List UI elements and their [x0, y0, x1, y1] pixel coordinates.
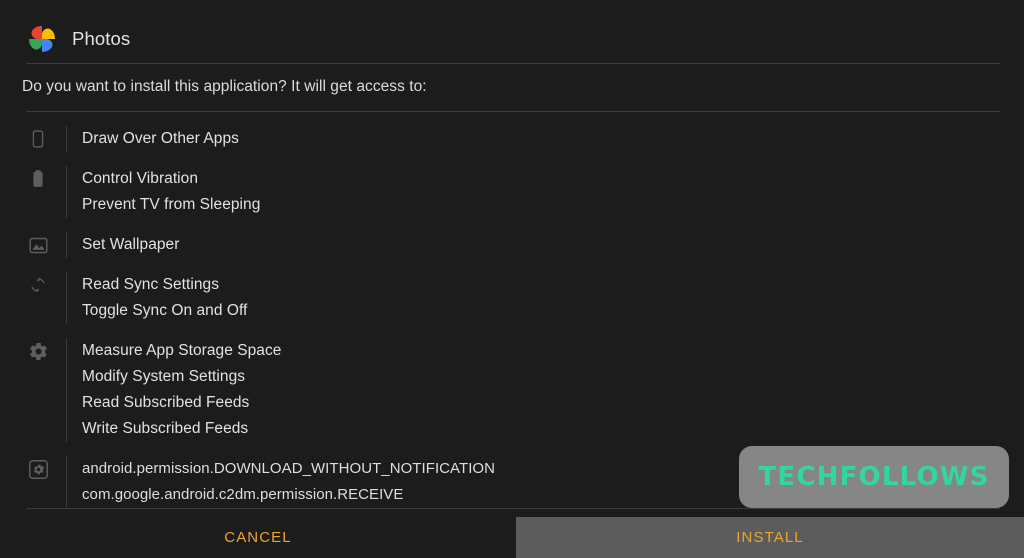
watermark-label: TECHFOLLOWS: [758, 462, 990, 492]
page-title: Photos: [72, 28, 131, 50]
permission-label: Toggle Sync On and Off: [82, 301, 248, 319]
boxed-gear-unknown-permission-icon: [22, 456, 54, 480]
permission-group: Read Sync Settings Toggle Sync On and Off: [22, 271, 1000, 324]
dialog-button-bar: CANCEL INSTALL: [0, 517, 1024, 558]
permission-label: com.google.android.c2dm.permission.RECEI…: [82, 485, 404, 503]
permission-labels: Set Wallpaper: [67, 232, 179, 258]
permission-label: Prevent TV from Sleeping: [82, 195, 261, 213]
permission-labels: Draw Over Other Apps: [67, 126, 239, 152]
permission-label: Read Subscribed Feeds: [82, 393, 250, 411]
permission-label: Read Sync Settings: [82, 275, 220, 293]
google-photos-pinwheel-icon: [26, 23, 58, 55]
gear-settings-icon: [22, 338, 54, 362]
permission-label: Control Vibration: [82, 169, 199, 187]
install-permissions-dialog: Photos Do you want to install this appli…: [0, 0, 1024, 558]
install-button[interactable]: INSTALL: [516, 517, 1024, 558]
permission-label: Modify System Settings: [82, 367, 246, 385]
dialog-header: Photos: [0, 0, 1024, 57]
permission-group: Measure App Storage Space Modify System S…: [22, 337, 1000, 442]
permission-label: android.permission.DOWNLOAD_WITHOUT_NOTI…: [82, 459, 496, 477]
footer-divider: [26, 508, 1000, 510]
permission-group: Set Wallpaper: [22, 231, 1000, 258]
sync-arrows-icon: [22, 272, 54, 295]
permission-labels: Measure App Storage Space Modify System S…: [67, 338, 281, 442]
permission-group: Control Vibration Prevent TV from Sleepin…: [22, 165, 1000, 218]
watermark-badge: TECHFOLLOWS: [739, 446, 1009, 508]
permission-group: Draw Over Other Apps: [22, 125, 1000, 152]
cancel-button[interactable]: CANCEL: [0, 517, 516, 558]
install-prompt-text: Do you want to install this application?…: [22, 77, 427, 95]
wallpaper-image-icon: [22, 232, 54, 256]
permission-labels: Control Vibration Prevent TV from Sleepin…: [67, 166, 260, 218]
battery-vibration-icon: [22, 166, 54, 189]
permission-label: Draw Over Other Apps: [82, 129, 239, 147]
permission-label: Set Wallpaper: [82, 235, 180, 253]
permission-labels: android.permission.DOWNLOAD_WITHOUT_NOTI…: [67, 456, 495, 508]
permission-label: Write Subscribed Feeds: [82, 419, 249, 437]
phone-device-icon: [22, 126, 54, 149]
permission-labels: Read Sync Settings Toggle Sync On and Off: [67, 272, 247, 324]
permission-label: Measure App Storage Space: [82, 341, 282, 359]
